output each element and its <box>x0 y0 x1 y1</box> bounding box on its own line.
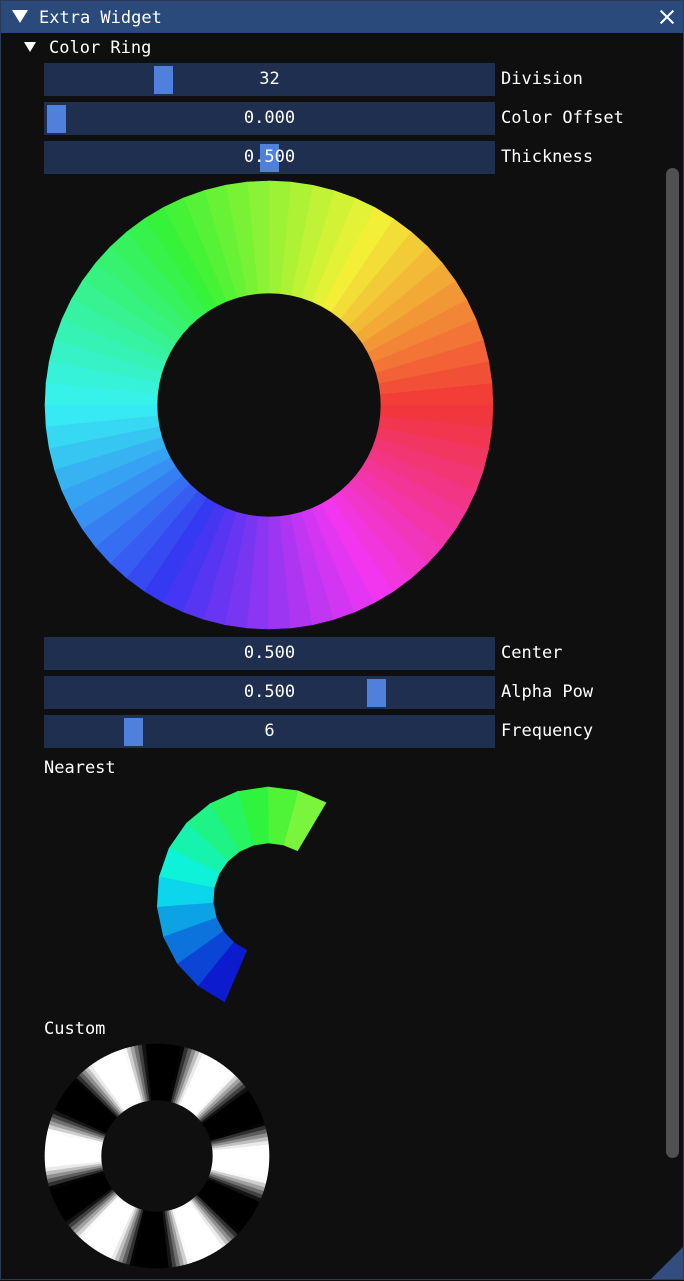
custom-ring-preview <box>44 1043 270 1269</box>
resize-grip-icon[interactable] <box>651 1247 683 1279</box>
extra-widget-window: Extra Widget Color Ring 32 Division 0.00… <box>0 0 684 1280</box>
vertical-scrollbar[interactable] <box>666 168 679 1158</box>
